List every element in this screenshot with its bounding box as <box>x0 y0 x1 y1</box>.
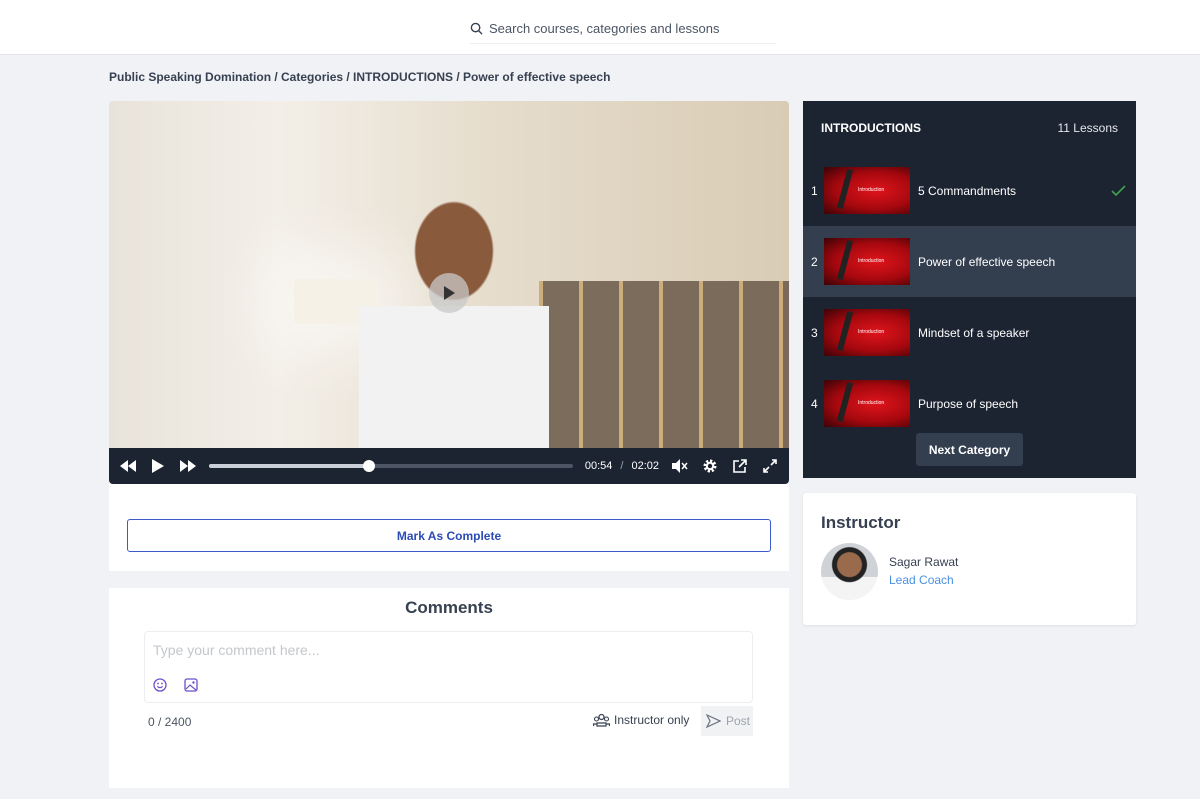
category-title: INTRODUCTIONS <box>821 121 921 135</box>
post-label: Post <box>726 714 751 728</box>
lesson-number: 1 <box>811 183 818 198</box>
mark-complete-button[interactable]: Mark As Complete <box>127 519 771 552</box>
fullscreen-button[interactable] <box>761 457 779 475</box>
check-icon <box>1111 184 1126 196</box>
rewind-button[interactable] <box>119 457 137 475</box>
breadcrumb[interactable]: Public Speaking Domination / Categories … <box>109 70 610 84</box>
lesson-item[interactable]: 3 Introduction Mindset of a speaker <box>803 297 1136 368</box>
lesson-thumbnail: Introduction <box>824 309 910 356</box>
external-link-icon <box>733 459 747 473</box>
popout-button[interactable] <box>731 457 749 475</box>
search-icon <box>470 22 483 35</box>
muted-speaker-icon <box>672 459 688 473</box>
bookshelf <box>539 281 789 451</box>
settings-button[interactable] <box>701 457 719 475</box>
play-icon <box>152 459 164 473</box>
current-time: 00:54 <box>584 460 613 472</box>
lesson-title: Mindset of a speaker <box>918 325 1030 340</box>
fast-forward-icon <box>180 460 196 472</box>
lesson-count: 11 Lessons <box>1057 121 1119 135</box>
instructor-title: Instructor <box>821 513 901 532</box>
play-icon <box>444 286 455 300</box>
emoji-icon[interactable] <box>153 678 167 692</box>
lesson-title: 5 Commandments <box>918 183 1017 198</box>
lesson-thumbnail: Introduction <box>824 167 910 214</box>
video-controls: 00:54 / 02:02 <box>109 448 789 484</box>
time-separator: / <box>620 460 624 472</box>
character-count: 0 / 2400 <box>148 715 192 729</box>
lesson-thumbnail: Introduction <box>824 380 910 427</box>
instructor-role-link[interactable]: Lead Coach <box>889 573 954 587</box>
lesson-title: Purpose of speech <box>918 396 1019 411</box>
top-header: Search courses, categories and lessons <box>0 0 1200 55</box>
users-icon <box>593 713 610 727</box>
avatar <box>821 543 878 600</box>
lesson-item-active[interactable]: 2 Introduction Power of effective speech <box>803 226 1136 297</box>
lesson-number: 2 <box>811 254 818 269</box>
lesson-number: 3 <box>811 325 818 340</box>
next-category-button[interactable]: Next Category <box>916 433 1023 466</box>
speaker <box>359 201 549 448</box>
seek-progress <box>209 464 370 468</box>
lesson-list-panel: INTRODUCTIONS 11 Lessons 1 Introduction … <box>803 101 1136 478</box>
lesson-title: Power of effective speech <box>918 254 1056 269</box>
comments-section: Comments Type your comment here... 0 / 2… <box>109 588 789 788</box>
play-overlay-button[interactable] <box>429 273 469 313</box>
send-icon <box>706 714 721 728</box>
image-icon[interactable] <box>184 678 198 692</box>
lesson-item[interactable]: 4 Introduction Purpose of speech <box>803 368 1136 439</box>
lesson-item[interactable]: 1 Introduction 5 Commandments <box>803 155 1136 226</box>
duration: 02:02 <box>631 460 659 472</box>
mute-button[interactable] <box>671 457 689 475</box>
comment-input[interactable]: Type your comment here... <box>144 631 753 703</box>
video-player[interactable]: 00:54 / 02:02 <box>109 101 789 484</box>
comments-title: Comments <box>405 598 493 617</box>
seek-handle[interactable] <box>363 460 376 472</box>
lesson-number: 4 <box>811 396 818 411</box>
play-button[interactable] <box>149 457 167 475</box>
mark-complete-card: Mark As Complete <box>109 484 789 571</box>
rewind-icon <box>120 460 136 472</box>
visibility-selector[interactable]: Instructor only <box>593 713 689 727</box>
gear-icon <box>703 459 717 473</box>
comment-placeholder: Type your comment here... <box>153 642 320 658</box>
seek-bar[interactable] <box>209 460 573 472</box>
instructor-name: Sagar Rawat <box>889 555 959 569</box>
video-frame[interactable] <box>109 101 789 451</box>
search-bar[interactable]: Search courses, categories and lessons <box>470 14 776 44</box>
fast-forward-button[interactable] <box>179 457 197 475</box>
instructor-card: Instructor Sagar Rawat Lead Coach <box>803 493 1136 625</box>
lesson-thumbnail: Introduction <box>824 238 910 285</box>
visibility-label: Instructor only <box>614 713 690 727</box>
post-button[interactable]: Post <box>701 706 753 736</box>
search-input[interactable]: Search courses, categories and lessons <box>489 21 720 36</box>
fullscreen-icon <box>763 459 777 473</box>
